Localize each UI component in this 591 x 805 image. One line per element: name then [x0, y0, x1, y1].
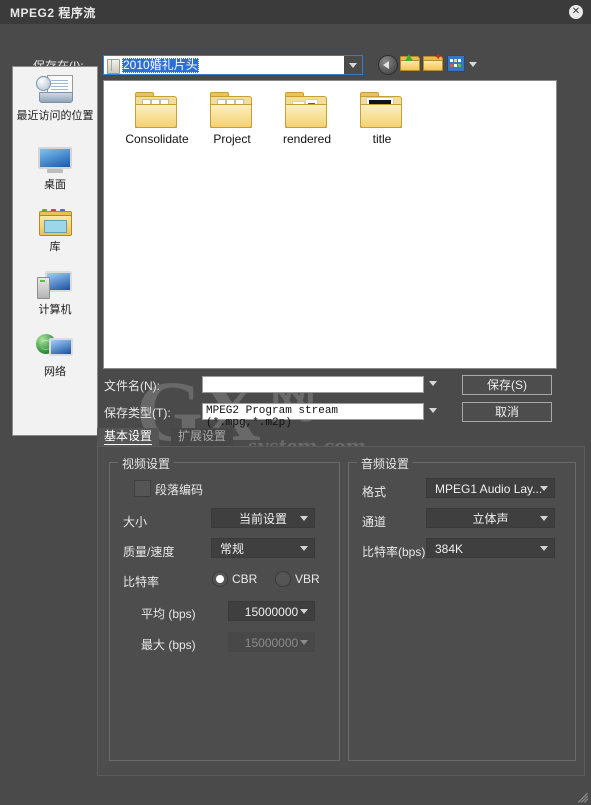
title-bar: MPEG2 程序流 ✕ [0, 0, 591, 24]
filename-label: 文件名(N): [104, 379, 160, 393]
save-in-value: 2010婚礼片头 [122, 58, 199, 73]
place-item-recent[interactable]: 最近访问的位置 [13, 75, 97, 123]
vbr-label: VBR [295, 572, 320, 586]
audio-settings-group: 音频设置 格式 MPEG1 Audio Lay... 通道 立体声 比特率(bp… [348, 455, 576, 761]
folder-small-icon [107, 59, 120, 74]
cbr-radio[interactable] [212, 571, 228, 587]
file-item[interactable]: Project [189, 91, 275, 146]
back-arrow-icon[interactable] [378, 55, 398, 75]
quality-label: 质量/速度 [123, 545, 175, 559]
new-folder-icon[interactable]: ✦ [423, 53, 443, 75]
save-button[interactable]: 保存(S) [462, 375, 552, 395]
close-icon[interactable]: ✕ [569, 5, 583, 19]
recent-places-icon [35, 75, 75, 105]
segment-encode-label: 段落编码 [155, 483, 204, 497]
places-bar: 最近访问的位置 桌面 库 计算机 网络 [12, 66, 98, 436]
video-settings-group: 视频设置 段落编码 大小 当前设置 质量/速度 常规 比特率 CBR VBR 平… [109, 455, 340, 761]
folder-photos-icon [285, 91, 329, 129]
window-title: MPEG2 程序流 [10, 6, 96, 20]
desktop-icon [38, 147, 72, 174]
size-select[interactable]: 当前设置 [211, 508, 315, 528]
folder-icon [135, 91, 179, 129]
filetype-label: 保存类型(T): [104, 406, 171, 420]
chevron-down-icon [300, 609, 308, 614]
size-value: 当前设置 [238, 512, 287, 526]
views-dropdown-arrow[interactable] [469, 62, 477, 67]
place-label: 桌面 [44, 179, 66, 191]
file-name: title [372, 132, 392, 146]
settings-tabbar: 基本设置 扩展设置 [97, 428, 585, 446]
resize-grip[interactable] [577, 791, 589, 803]
segment-encode-checkbox[interactable] [134, 480, 151, 497]
folder-icon [210, 91, 254, 129]
folder-film-icon [360, 91, 404, 129]
computer-icon [37, 271, 73, 299]
audio-channel-select[interactable]: 立体声 [426, 508, 555, 528]
filename-input[interactable] [202, 376, 437, 393]
file-name: Project [213, 132, 251, 146]
file-list[interactable]: Consolidate Project rendered title [103, 80, 557, 369]
filetype-dropdown-arrow[interactable] [429, 408, 437, 413]
avg-bitrate-select[interactable]: 15000000 [228, 601, 315, 621]
avg-bitrate-label: 平均 (bps) [141, 607, 196, 621]
mpeg2-export-window: MPEG2 程序流 ✕ 保存在(I): 2010婚礼片头 ✦ [0, 0, 591, 805]
up-folder-icon[interactable] [400, 54, 420, 75]
audio-bitrate-label: 比特率(bps) [362, 545, 426, 559]
place-item-network[interactable]: 网络 [13, 333, 97, 379]
vbr-radio[interactable] [275, 571, 291, 587]
chevron-down-icon [540, 486, 548, 491]
quality-value: 常规 [220, 542, 245, 556]
file-save-dialog: 保存在(I): 2010婚礼片头 ✦ 最近访问的位置 [0, 24, 591, 460]
tab-basic-settings[interactable]: 基本设置 [97, 428, 160, 446]
place-item-desktop[interactable]: 桌面 [13, 147, 97, 192]
place-label: 计算机 [38, 304, 72, 316]
tab-extended-settings[interactable]: 扩展设置 [171, 428, 234, 446]
chevron-down-icon [540, 546, 548, 551]
chevron-down-icon [540, 516, 548, 521]
settings-panel: 视频设置 段落编码 大小 当前设置 质量/速度 常规 比特率 CBR VBR 平… [97, 446, 585, 776]
filetype-select[interactable]: MPEG2 Program stream (*.mpg,*.m2p) [202, 403, 437, 429]
audio-format-value: MPEG1 Audio Lay... [435, 482, 543, 496]
audio-bitrate-select[interactable]: 384K [426, 538, 555, 558]
max-bitrate-label: 最大 (bps) [141, 638, 196, 652]
file-item[interactable]: Consolidate [114, 91, 200, 146]
audio-format-select[interactable]: MPEG1 Audio Lay... [426, 478, 555, 498]
bitrate-label: 比特率 [123, 575, 160, 589]
video-settings-caption: 视频设置 [118, 455, 175, 472]
audio-channel-value: 立体声 [472, 512, 509, 526]
place-label: 网络 [44, 366, 66, 378]
save-in-combo[interactable]: 2010婚礼片头 [103, 55, 363, 75]
audio-bitrate-value: 384K [435, 542, 464, 556]
place-label: 最近访问的位置 [16, 110, 94, 122]
max-bitrate-select: 15000000 [228, 632, 315, 652]
library-icon [38, 209, 72, 236]
chevron-down-icon [300, 640, 308, 645]
file-name: Consolidate [125, 132, 189, 146]
chevron-down-icon [300, 516, 308, 521]
network-icon [36, 333, 74, 361]
audio-channel-label: 通道 [362, 515, 387, 529]
place-item-library[interactable]: 库 [13, 209, 97, 254]
filetype-value: MPEG2 Program stream (*.mpg,*.m2p) [206, 405, 339, 429]
audio-format-label: 格式 [362, 485, 387, 499]
size-label: 大小 [123, 515, 148, 529]
file-item[interactable]: title [339, 91, 425, 146]
file-item[interactable]: rendered [264, 91, 350, 146]
file-name: rendered [282, 132, 332, 146]
audio-settings-caption: 音频设置 [357, 455, 414, 472]
place-item-computer[interactable]: 计算机 [13, 271, 97, 317]
place-label: 库 [49, 241, 61, 253]
quality-select[interactable]: 常规 [211, 538, 315, 558]
cbr-label: CBR [232, 572, 258, 586]
filename-dropdown-arrow[interactable] [429, 381, 437, 386]
cancel-button[interactable]: 取消 [462, 402, 552, 422]
chevron-down-icon [300, 546, 308, 551]
views-icon[interactable] [447, 55, 467, 75]
save-in-dropdown-arrow[interactable] [344, 56, 362, 74]
